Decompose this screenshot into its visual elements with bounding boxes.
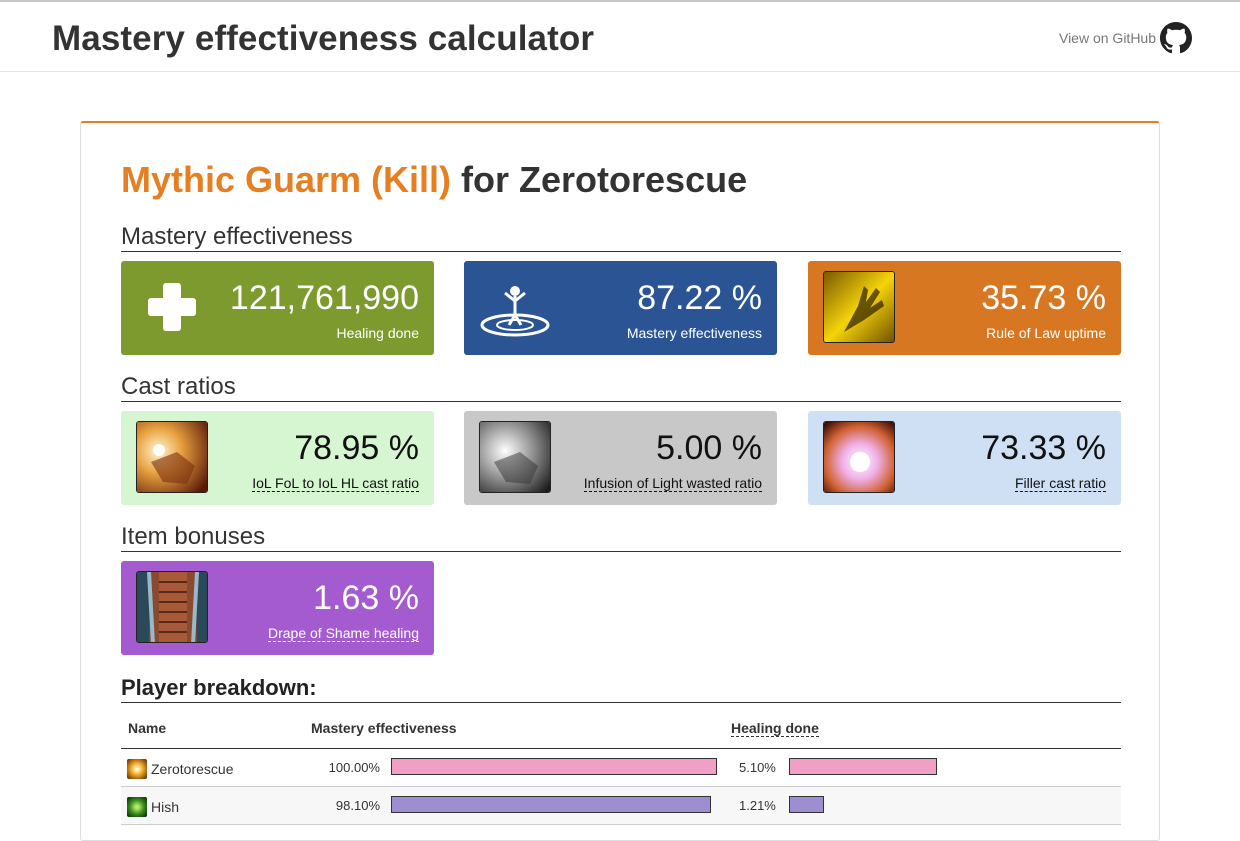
player-cell: Zerotorescue [127, 759, 233, 779]
holy-light-icon [823, 421, 895, 493]
iol-cast-ratio-value: 78.95 % [294, 429, 419, 467]
player-cell: Hish [127, 797, 179, 817]
filler-cast-ratio-tile: 73.33 % Filler cast ratio [808, 411, 1121, 505]
github-link[interactable]: View on GitHub [1059, 22, 1192, 54]
drape-of-shame-label[interactable]: Drape of Shame healing [268, 625, 419, 642]
infusion-of-light-wasted-icon [479, 421, 551, 493]
app-title: Mastery effectiveness calculator [52, 19, 595, 58]
iol-cast-ratio-tile: 78.95 % IoL FoL to IoL HL cast ratio [121, 411, 434, 505]
column-header-name: Name [128, 720, 167, 736]
infusion-of-light-icon [136, 421, 208, 493]
rule-of-law-icon [823, 271, 895, 343]
player-name-cell: Zerotorescue [151, 761, 234, 777]
player-name-cell: Hish [151, 799, 180, 815]
iol-wasted-tile: 5.00 % Infusion of Light wasted ratio [464, 411, 777, 505]
druid-icon [127, 797, 147, 817]
section-cast-ratios-heading: Cast ratios [121, 373, 1121, 402]
plus-icon [136, 271, 208, 343]
healing-done-tile: 121,761,990 Healing done [121, 261, 434, 355]
healing-pct-cell: 5.10% [739, 760, 776, 775]
column-header-healing[interactable]: Healing done [731, 720, 819, 737]
filler-cast-ratio-value: 73.33 % [981, 429, 1106, 467]
healing-bar [789, 758, 937, 775]
mastery-bar [391, 758, 717, 775]
drape-of-shame-tile: 1.63 % Drape of Shame healing [121, 561, 434, 655]
mastery-bar [391, 796, 711, 813]
iol-wasted-label[interactable]: Infusion of Light wasted ratio [583, 475, 762, 492]
github-link-label: View on GitHub [1058, 30, 1156, 46]
player-breakdown-table: Name Mastery effectiveness Healing done … [121, 708, 1121, 825]
table-row: Zerotorescue 100.00% 5.10% [121, 749, 1121, 787]
rule-of-law-tile: 35.73 % Rule of Law uptime [808, 261, 1121, 355]
healing-pct-cell: 1.21% [739, 798, 776, 813]
filler-cast-ratio-label[interactable]: Filler cast ratio [1014, 475, 1106, 492]
player-breakdown-title: Player breakdown: [121, 674, 1121, 703]
report-title: Mythic Guarm (Kill) for Zerotorescue [121, 159, 747, 201]
github-icon [1160, 22, 1192, 54]
table-header: Name Mastery effectiveness Healing done [121, 708, 1121, 749]
fight-name: Mythic Guarm (Kill) [121, 159, 452, 200]
section-mastery-heading: Mastery effectiveness [121, 223, 1121, 252]
report-card: Mythic Guarm (Kill) for Zerotorescue Mas… [80, 121, 1160, 841]
iol-cast-ratio-label[interactable]: IoL FoL to IoL HL cast ratio [252, 475, 419, 492]
mastery-icon [479, 271, 551, 343]
player-name: for Zerotorescue [451, 159, 748, 200]
healing-done-value: 121,761,990 [229, 279, 419, 317]
healing-bar [789, 796, 825, 813]
rule-of-law-label: Rule of Law uptime [986, 325, 1106, 341]
mastery-effectiveness-value: 87.22 % [637, 279, 762, 317]
paladin-icon [127, 759, 147, 779]
column-header-mastery[interactable]: Mastery effectiveness [311, 720, 457, 736]
mastery-effectiveness-label: Mastery effectiveness [626, 325, 762, 341]
rule-of-law-value: 35.73 % [981, 279, 1106, 317]
healing-done-label: Healing done [336, 325, 419, 341]
mastery-effectiveness-tile: 87.22 % Mastery effectiveness [464, 261, 777, 355]
iol-wasted-value: 5.00 % [656, 429, 762, 467]
table-row: Hish 98.10% 1.21% [121, 787, 1121, 825]
app-header: Mastery effectiveness calculator View on… [0, 2, 1240, 72]
drape-of-shame-icon [136, 571, 208, 643]
mastery-pct-cell: 98.10% [335, 798, 380, 813]
drape-of-shame-value: 1.63 % [313, 579, 419, 617]
mastery-pct-cell: 100.00% [328, 760, 380, 775]
section-item-bonuses-heading: Item bonuses [121, 523, 1121, 552]
